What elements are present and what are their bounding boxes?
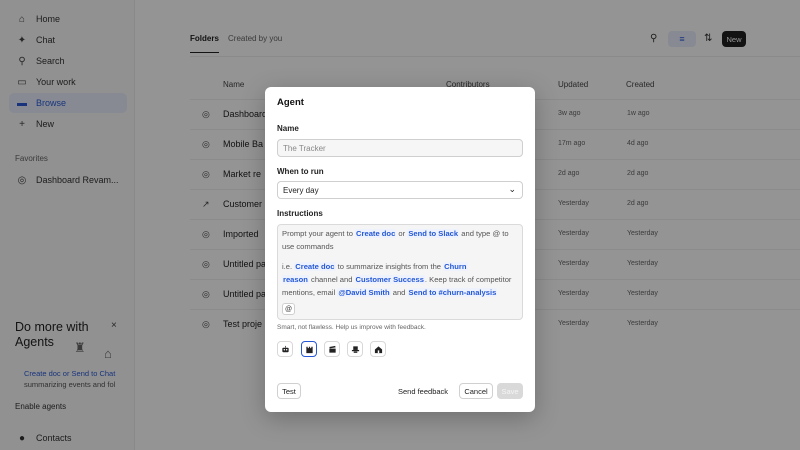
house-icon [374,345,382,353]
channel-chip[interactable]: Churn [443,262,468,271]
mention-button[interactable]: @ [282,303,295,315]
feedback-hint: Smart, not flawless. Help us improve wit… [277,324,426,331]
agent-dialog: Agent Name When to run Every day ⌄ Instr… [265,87,535,412]
dialog-title: Agent [277,97,304,108]
avatar-option-hat[interactable] [347,341,363,357]
instructions-label: Instructions [277,209,323,218]
channel-chip[interactable]: reason [282,275,309,284]
when-to-run-value: Every day [283,185,319,195]
chevron-down-icon: ⌄ [508,184,516,194]
test-button[interactable]: Test [277,383,301,399]
avatar-option-robot[interactable] [277,341,293,357]
instructions-line: mentions, email @David Smith and Send to… [282,288,498,297]
cancel-button[interactable]: Cancel [459,383,493,399]
when-to-run-select[interactable]: Every day ⌄ [277,181,523,199]
hat-icon [351,345,359,353]
avatar-option-house[interactable] [370,341,386,357]
agent-name-input[interactable] [277,139,523,157]
robot-icon [281,345,289,352]
command-chip[interactable]: Send to Slack [407,229,460,238]
command-chip[interactable]: Create doc [294,262,336,271]
command-chip[interactable]: Send to #churn-analysis [407,288,498,297]
clapper-icon [328,345,336,353]
when-to-run-label: When to run [277,167,324,176]
send-feedback-link[interactable]: Send feedback [398,387,448,396]
castle-icon [305,346,313,353]
instructions-editor[interactable]: Prompt your agent to Create doc or Send … [277,224,523,320]
instructions-line: i.e. Create doc to summarize insights fr… [282,262,468,271]
avatar-option-clapper[interactable] [324,341,340,357]
channel-chip[interactable]: Customer Success [354,275,425,284]
instructions-line: Prompt your agent to Create doc or Send … [282,229,509,238]
instructions-line: reason channel and Customer Success. Kee… [282,275,512,284]
instructions-line: use commands [282,242,334,251]
save-button[interactable]: Save [497,383,523,399]
name-label: Name [277,124,299,133]
mention-chip[interactable]: @David Smith [337,288,391,297]
command-chip[interactable]: Create doc [355,229,397,238]
avatar-option-castle[interactable] [301,341,317,357]
